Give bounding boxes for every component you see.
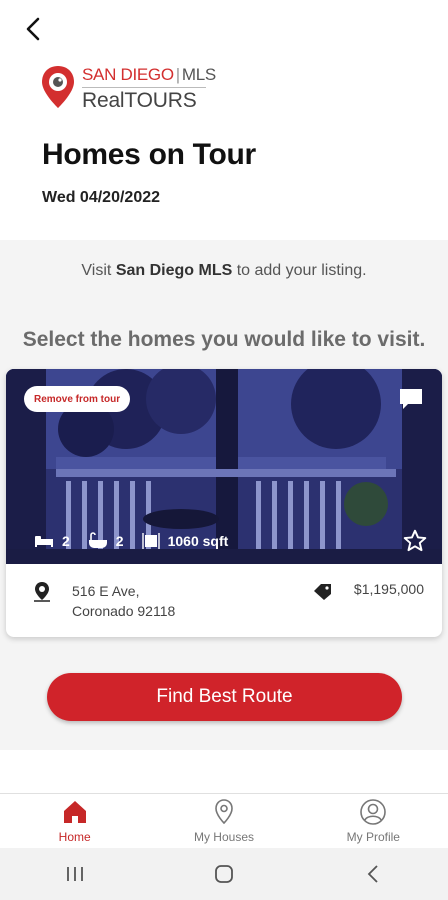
listing-price: $1,195,000 — [353, 581, 424, 597]
listing-card[interactable]: Remove from tour 2 2 1060 sqft 516 E Ave… — [6, 369, 442, 637]
chat-icon — [400, 389, 422, 409]
home-circle-icon — [215, 865, 233, 883]
app-logo: SAN DIEGO | MLS RealTOURS — [40, 62, 220, 114]
bottom-tab-bar: Home My Houses My Profile — [0, 793, 448, 848]
location-pin-icon — [215, 799, 233, 825]
map-pin-icon — [34, 582, 50, 602]
listing-stats: 2 2 1060 sqft — [34, 532, 246, 550]
favorite-button[interactable] — [402, 528, 428, 554]
recent-apps-button[interactable] — [55, 859, 95, 889]
beds-stat: 2 — [34, 533, 70, 549]
logo-divider — [82, 87, 206, 88]
back-arrow-icon — [26, 17, 40, 41]
chat-button[interactable] — [398, 387, 424, 411]
san-diego-mls-link[interactable]: San Diego MLS — [116, 262, 232, 279]
profile-icon — [360, 799, 387, 825]
screen: SAN DIEGO | MLS RealTOURS Homes on Tour We… — [0, 0, 448, 900]
address-line1: 516 E Ave, — [72, 583, 140, 599]
star-icon — [403, 529, 427, 552]
tour-date: Wed 04/20/2022 — [42, 189, 161, 206]
tab-my-houses[interactable]: My Houses — [149, 794, 298, 848]
find-best-route-button[interactable]: Find Best Route — [47, 673, 402, 721]
bed-icon — [35, 536, 53, 547]
sqft-stat: 1060 sqft — [141, 532, 228, 550]
bath-icon — [88, 532, 107, 548]
remove-from-tour-button[interactable]: Remove from tour — [24, 386, 131, 412]
back-button[interactable] — [18, 14, 48, 44]
listing-address: 516 E Ave, Coronado 92118 — [72, 581, 175, 621]
tab-home[interactable]: Home — [0, 794, 149, 848]
listing-photo: Remove from tour 2 2 1060 sqft — [6, 369, 442, 564]
page-title: Homes on Tour — [42, 138, 256, 171]
home-icon — [63, 801, 86, 823]
price-tag-icon — [314, 584, 331, 600]
main-content: Visit San Diego MLS to add your listing.… — [0, 240, 448, 750]
address-line2: Coronado 92118 — [72, 603, 176, 619]
visit-message: Visit San Diego MLS to add your listing. — [81, 262, 367, 279]
logo-pin-icon — [42, 66, 74, 108]
home-nav-button[interactable] — [204, 859, 244, 889]
chevron-left-icon — [368, 865, 378, 883]
back-nav-button[interactable] — [353, 859, 393, 889]
system-nav-bar — [0, 848, 448, 900]
logo-brand-top: SAN DIEGO | MLS — [82, 65, 216, 84]
logo-brand-bottom: RealTOURS — [82, 89, 197, 112]
tab-my-profile[interactable]: My Profile — [299, 794, 448, 848]
select-prompt: Select the homes you would like to visit… — [22, 328, 426, 351]
baths-stat: 2 — [88, 532, 124, 550]
listing-details: 516 E Ave, Coronado 92118 $1,195,000 — [6, 564, 442, 637]
area-icon — [141, 533, 160, 549]
recent-apps-icon — [66, 867, 83, 881]
